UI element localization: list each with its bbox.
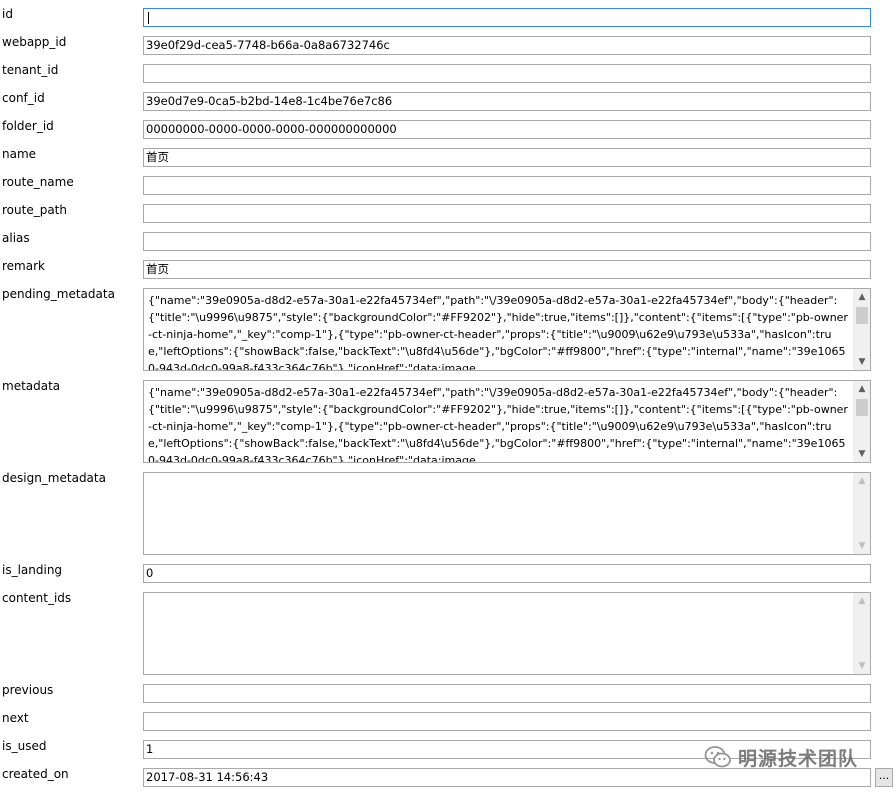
label-folder-id: folder_id — [2, 119, 54, 133]
route-path-input[interactable] — [143, 204, 871, 223]
is-landing-input[interactable]: 0 — [143, 564, 871, 583]
remark-input[interactable]: 首页 — [143, 260, 871, 279]
text-caret — [148, 12, 149, 24]
label-conf-id: conf_id — [2, 91, 45, 105]
pending-metadata-text: {"name":"39e0905a-d8d2-e57a-30a1-e22fa45… — [148, 294, 848, 371]
next-input[interactable] — [143, 712, 871, 731]
scroll-down-arrow-icon[interactable]: ▼ — [854, 446, 870, 462]
webapp-id-input[interactable]: 39e0f29d-cea5-7748-b66a-0a8a6732746c — [143, 36, 871, 55]
scroll-down-arrow-icon[interactable]: ▼ — [854, 354, 870, 370]
wechat-icon — [704, 746, 731, 768]
label-metadata: metadata — [2, 379, 61, 393]
design-metadata-textarea[interactable]: ▲ ▼ — [143, 472, 871, 555]
watermark: 明源技术团队 — [704, 742, 858, 772]
label-is-used: is_used — [2, 739, 47, 753]
label-previous: previous — [2, 683, 54, 697]
scroll-up-arrow-icon[interactable]: ▲ — [854, 289, 870, 305]
name-input[interactable]: 首页 — [143, 148, 871, 167]
folder-id-input[interactable]: 00000000-0000-0000-0000-000000000000 — [143, 120, 871, 139]
tenant-id-input[interactable] — [143, 64, 871, 83]
label-webapp-id: webapp_id — [2, 35, 67, 49]
scroll-up-arrow-icon[interactable]: ▲ — [854, 593, 870, 609]
label-is-landing: is_landing — [2, 563, 63, 577]
alias-input[interactable] — [143, 232, 871, 251]
label-name: name — [2, 147, 37, 161]
label-tenant-id: tenant_id — [2, 63, 59, 77]
created-on-picker-button[interactable]: ... — [875, 768, 893, 787]
label-design-metadata: design_metadata — [2, 471, 106, 485]
scroll-down-arrow-icon[interactable]: ▼ — [854, 538, 870, 554]
label-remark: remark — [2, 259, 45, 273]
label-id: id — [2, 7, 13, 21]
label-next: next — [2, 711, 29, 725]
metadata-scrollbar[interactable]: ▲ ▼ — [853, 381, 870, 462]
scroll-down-arrow-icon[interactable]: ▼ — [854, 658, 870, 674]
content-ids-scrollbar[interactable]: ▲ ▼ — [853, 593, 870, 674]
id-input[interactable] — [143, 8, 871, 27]
watermark-text: 明源技术团队 — [738, 747, 859, 770]
label-content-ids: content_ids — [2, 591, 72, 605]
label-alias: alias — [2, 231, 30, 245]
previous-input[interactable] — [143, 684, 871, 703]
design-metadata-scrollbar[interactable]: ▲ ▼ — [853, 473, 870, 554]
pending-metadata-textarea[interactable]: {"name":"39e0905a-d8d2-e57a-30a1-e22fa45… — [143, 288, 871, 371]
label-route-path: route_path — [2, 203, 67, 217]
label-route-name: route_name — [2, 175, 74, 189]
pending-metadata-scrollbar[interactable]: ▲ ▼ — [853, 289, 870, 370]
route-name-input[interactable] — [143, 176, 871, 195]
scroll-up-arrow-icon[interactable]: ▲ — [854, 473, 870, 489]
scroll-thumb[interactable] — [856, 307, 868, 324]
label-created-on: created_on — [2, 767, 69, 781]
label-pending-metadata: pending_metadata — [2, 287, 115, 301]
metadata-textarea[interactable]: {"name":"39e0905a-d8d2-e57a-30a1-e22fa45… — [143, 380, 871, 463]
content-ids-textarea[interactable]: ▲ ▼ — [143, 592, 871, 675]
scroll-thumb[interactable] — [856, 399, 868, 416]
conf-id-input[interactable]: 39e0d7e9-0ca5-b2bd-14e8-1c4be76e7c86 — [143, 92, 871, 111]
scroll-up-arrow-icon[interactable]: ▲ — [854, 381, 870, 397]
metadata-text: {"name":"39e0905a-d8d2-e57a-30a1-e22fa45… — [148, 386, 848, 463]
